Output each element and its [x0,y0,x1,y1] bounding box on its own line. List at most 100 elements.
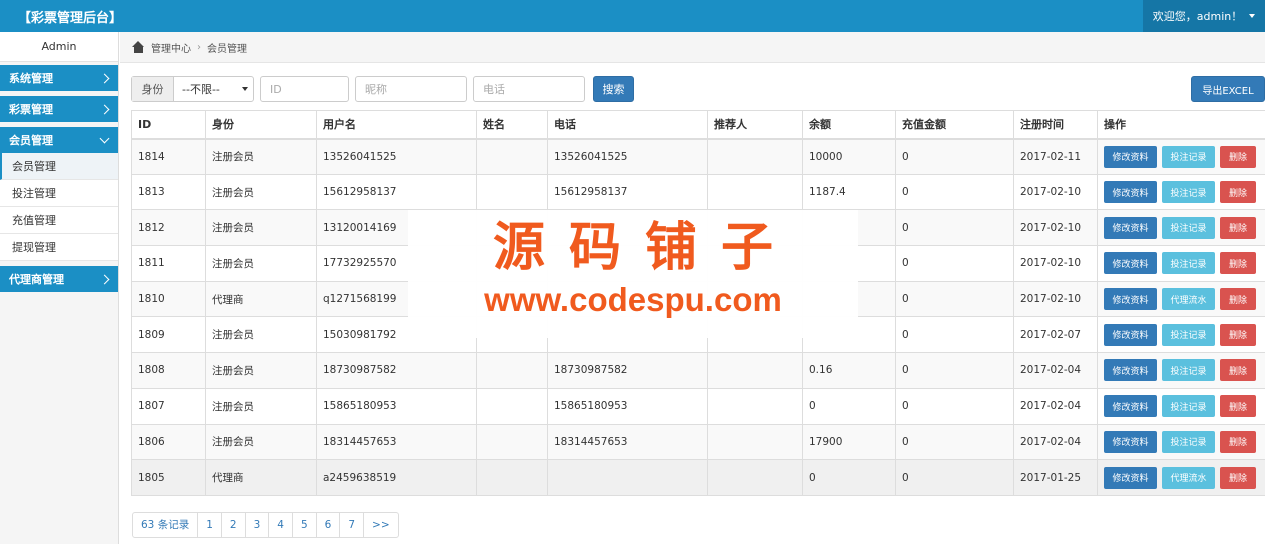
records-button[interactable]: 投注记录 [1162,430,1215,453]
page-link[interactable]: 7 [340,513,365,537]
page-link[interactable]: 2 [222,513,246,537]
records-button[interactable]: 投注记录 [1162,216,1215,239]
cell-role: 注册会员 [205,316,317,354]
chevron-right-icon [99,104,110,114]
edit-profile-button[interactable]: 修改资料 [1104,216,1157,239]
cell-role: 注册会员 [205,423,317,461]
table-row: 1805 代理商 a2459638519 0 0 2017-01-25 修改资料 代理流水 删除 [131,459,1265,496]
page-link[interactable]: 1 [198,513,222,537]
cell-role: 注册会员 [205,245,317,282]
page-link[interactable]: 3 [246,513,270,537]
cell-id: 1809 [131,316,206,354]
row-actions: 修改资料 投注记录 删除 [1104,252,1259,275]
cell-name [476,387,548,425]
sidebar-item-withdraw-manage[interactable]: 提现管理 [0,234,118,261]
home-icon [132,41,145,53]
export-excel-button[interactable]: 导出EXCEL [1191,76,1265,102]
cell-referrer [707,423,803,461]
id-input[interactable] [260,76,349,102]
delete-button[interactable]: 删除 [1220,216,1256,239]
edit-profile-button[interactable]: 修改资料 [1104,395,1157,418]
cell-referrer [707,387,803,425]
cell-phone: 15865180953 [547,387,708,425]
page-link[interactable]: 6 [317,513,341,537]
col-header-balance: 余额 [802,110,896,140]
row-actions: 修改资料 投注记录 删除 [1104,359,1259,382]
delete-button[interactable]: 删除 [1220,145,1256,168]
phone-input[interactable] [473,76,585,102]
role-select[interactable]: 身份 --不限-- [131,76,254,102]
delete-button[interactable]: 删除 [1220,466,1256,489]
sidebar-group-system[interactable]: 系统管理 [0,65,118,91]
sidebar-group-agents[interactable]: 代理商管理 [0,266,118,292]
records-button[interactable]: 投注记录 [1162,323,1215,346]
edit-profile-button[interactable]: 修改资料 [1104,323,1157,346]
edit-profile-button[interactable]: 修改资料 [1104,288,1157,311]
table-header-row: ID 身份 用户名 姓名 电话 推荐人 余额 充值金额 注册时间 操作 [131,110,1265,140]
breadcrumb-home[interactable]: 管理中心 [151,40,191,55]
records-button[interactable]: 投注记录 [1162,395,1215,418]
edit-profile-button[interactable]: 修改资料 [1104,430,1157,453]
records-button[interactable]: 投注记录 [1162,252,1215,275]
records-button[interactable]: 投注记录 [1162,181,1215,204]
delete-button[interactable]: 删除 [1220,252,1256,275]
row-actions: 修改资料 代理流水 删除 [1104,288,1259,311]
breadcrumb: 管理中心 › 会员管理 [120,32,1265,63]
table-row: 1814 注册会员 13526041525 13526041525 10000 0 2017… [131,138,1265,175]
watermark-url: www.codespu.com [484,281,782,318]
nickname-input[interactable] [355,76,467,102]
delete-button[interactable]: 删除 [1220,288,1256,311]
page-link[interactable]: 4 [269,513,293,537]
cell-actions: 修改资料 投注记录 删除 [1097,387,1265,425]
cell-referrer [707,352,803,389]
delete-button[interactable]: 删除 [1220,430,1256,453]
delete-button[interactable]: 删除 [1220,359,1256,382]
cell-id: 1811 [131,245,206,282]
edit-profile-button[interactable]: 修改资料 [1104,145,1157,168]
cell-balance: 0 [802,387,896,425]
delete-button[interactable]: 删除 [1220,181,1256,204]
watermark-text: 源码铺子 [492,218,797,278]
records-button[interactable]: 投注记录 [1162,359,1215,382]
cell-id: 1805 [131,459,206,496]
cell-recharge: 0 [895,352,1014,389]
delete-button[interactable]: 删除 [1220,323,1256,346]
edit-profile-button[interactable]: 修改资料 [1104,252,1157,275]
delete-button[interactable]: 删除 [1220,395,1256,418]
user-menu[interactable]: 欢迎您，admin！ [1143,0,1265,32]
sidebar-item-recharge-manage[interactable]: 充值管理 [0,207,118,234]
role-select-text: --不限-- [182,83,220,96]
page-link[interactable]: 5 [293,513,317,537]
chevron-right-icon [99,274,110,284]
row-actions: 修改资料 投注记录 删除 [1104,181,1259,204]
cell-name [476,173,548,211]
sidebar-item-bet-manage[interactable]: 投注管理 [0,180,118,207]
col-header-role: 身份 [205,110,317,140]
edit-profile-button[interactable]: 修改资料 [1104,359,1157,382]
cell-actions: 修改资料 投注记录 删除 [1097,209,1265,247]
records-button[interactable]: 投注记录 [1162,145,1215,168]
cell-date: 2017-02-11 [1013,138,1098,175]
sidebar-group-lottery[interactable]: 彩票管理 [0,96,118,122]
cell-balance: 0.16 [802,352,896,389]
cell-actions: 修改资料 代理流水 删除 [1097,459,1265,496]
search-button[interactable]: 搜索 [593,76,634,102]
cell-balance: 0 [802,459,896,496]
cell-recharge: 0 [895,387,1014,425]
page-next-link[interactable]: >> [364,513,398,537]
col-header-username: 用户名 [316,110,477,140]
sidebar-group-members[interactable]: 会员管理 [0,127,118,153]
cell-username: a2459638519 [316,459,477,496]
caret-down-icon [1249,14,1256,18]
edit-profile-button[interactable]: 修改资料 [1104,181,1157,204]
cell-referrer [707,459,803,496]
records-button[interactable]: 代理流水 [1162,466,1215,489]
caret-down-icon [242,87,248,91]
sidebar-item-member-manage[interactable]: 会员管理 [0,153,118,180]
cell-phone: 18314457653 [547,423,708,461]
cell-username: 18314457653 [316,423,477,461]
role-select-value[interactable]: --不限-- [174,77,253,101]
edit-profile-button[interactable]: 修改资料 [1104,466,1157,489]
cell-actions: 修改资料 投注记录 删除 [1097,245,1265,282]
records-button[interactable]: 代理流水 [1162,288,1215,311]
